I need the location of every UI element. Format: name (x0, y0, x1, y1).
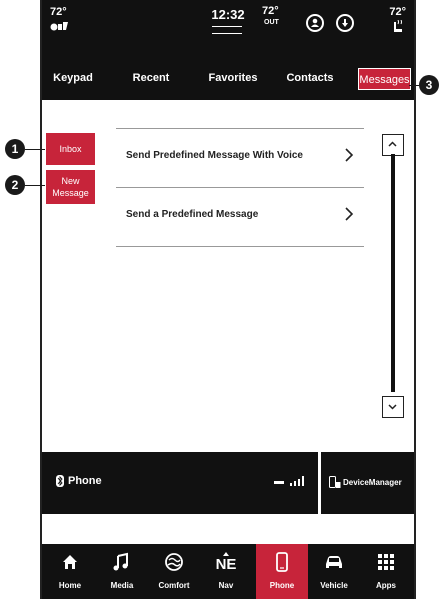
nav-nav[interactable]: NE Nav (200, 544, 252, 599)
signal-strength-icon (274, 476, 304, 486)
tab-messages[interactable]: Messages (358, 68, 411, 90)
nav-media-label: Media (110, 581, 134, 590)
compass-heading: NE (215, 556, 237, 573)
nav-apps[interactable]: Apps (360, 544, 412, 599)
callout-leader (409, 85, 419, 86)
nav-comfort[interactable]: Comfort (148, 544, 200, 599)
nav-phone-label: Phone (269, 581, 295, 590)
music-note-icon (113, 552, 128, 571)
list-item[interactable]: Send a Predefined Message (116, 189, 364, 245)
callout-leader (25, 149, 45, 150)
nav-phone[interactable]: Phone (256, 544, 308, 599)
apps-grid-icon (378, 554, 394, 570)
outside-temp: 72° (262, 5, 279, 17)
tab-recent[interactable]: Recent (126, 56, 176, 100)
seat-heat-icon[interactable] (392, 19, 406, 39)
scroll-down-button[interactable] (382, 396, 404, 418)
phone-icon (276, 552, 288, 572)
status-bar: 72° 12:32 72° OUT 72° (42, 0, 414, 56)
list-item[interactable]: Send Predefined Message With Voice (116, 130, 364, 186)
clock-underline (212, 26, 242, 34)
callout-3: 3 (419, 75, 439, 95)
divider (116, 246, 364, 247)
device-manager-button[interactable]: DeviceManager (321, 452, 414, 514)
nav-nav-label: Nav (218, 581, 234, 590)
nav-apps-label: Apps (376, 581, 396, 590)
list-item-label: Send Predefined Message With Voice (126, 150, 303, 161)
divider (116, 187, 364, 188)
clock: 12:32 (211, 7, 245, 22)
car-icon (326, 556, 342, 568)
profile-icon[interactable] (306, 14, 324, 32)
home-icon (63, 555, 77, 569)
divider (116, 128, 364, 129)
inbox-button[interactable]: Inbox (45, 132, 96, 166)
callout-2: 2 (5, 175, 25, 195)
new-message-button[interactable]: New Message (45, 169, 96, 205)
callout-leader (25, 185, 45, 186)
callout-1: 1 (5, 139, 25, 159)
comfort-icon (165, 553, 183, 571)
phone-status-bar[interactable]: Phone (42, 452, 318, 514)
uconnect-screen: 72° 12:32 72° OUT 72° Keypad Recent Favo… (40, 0, 416, 599)
scrollbar-track[interactable] (391, 154, 395, 392)
nav-home-label: Home (58, 581, 82, 590)
device-manager-label: DeviceManager (343, 478, 402, 487)
scroll-up-button[interactable] (382, 134, 404, 156)
tab-keypad[interactable]: Keypad (48, 56, 98, 100)
chevron-right-icon (345, 207, 354, 221)
phone-label: Phone (68, 475, 102, 487)
nav-media[interactable]: Media (96, 544, 148, 599)
seat-heat-icon[interactable] (50, 19, 70, 37)
bluetooth-icon (56, 475, 64, 487)
download-icon[interactable] (336, 14, 354, 32)
tab-contacts[interactable]: Contacts (282, 56, 338, 100)
nav-vehicle[interactable]: Vehicle (308, 544, 360, 599)
tab-favorites[interactable]: Favorites (204, 56, 262, 100)
chevron-right-icon (345, 148, 354, 162)
device-icon (329, 476, 341, 488)
driver-temp[interactable]: 72° (50, 7, 67, 18)
chevron-up-icon (388, 141, 397, 147)
outside-label: OUT (264, 19, 279, 26)
bottom-nav: Home Media Comfort NE Nav Phone Vehicle … (42, 544, 414, 599)
nav-comfort-label: Comfort (158, 581, 190, 590)
chevron-down-icon (388, 404, 397, 410)
nav-vehicle-label: Vehicle (320, 581, 348, 590)
phone-tabs: Keypad Recent Favorites Contacts Message… (42, 56, 414, 100)
passenger-temp[interactable]: 72° (389, 7, 406, 18)
list-item-label: Send a Predefined Message (126, 209, 259, 220)
nav-home[interactable]: Home (44, 544, 96, 599)
